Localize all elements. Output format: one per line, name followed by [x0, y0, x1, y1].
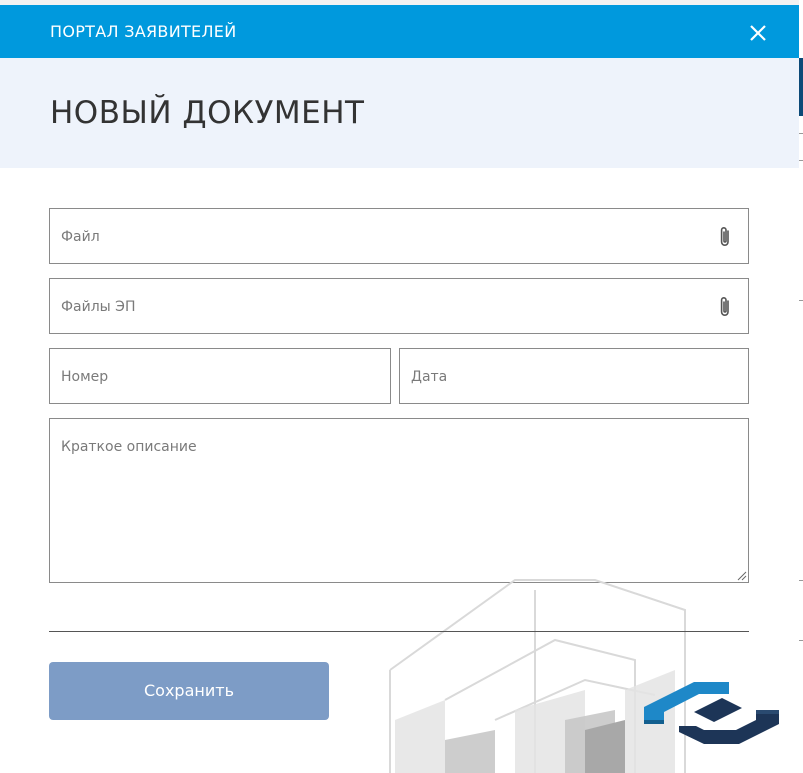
portal-title: ПОРТАЛ ЗАЯВИТЕЛЕЙ [50, 22, 237, 41]
date-input[interactable]: Дата [399, 348, 749, 404]
form-divider [49, 631, 749, 632]
ep-files-input[interactable]: Файлы ЭП [49, 278, 749, 334]
close-icon [750, 25, 766, 41]
number-placeholder: Номер [61, 369, 109, 385]
close-button[interactable] [744, 19, 772, 47]
page-title: НОВЫЙ ДОКУМЕНТ [50, 95, 365, 131]
file-placeholder: Файл [61, 229, 100, 245]
date-placeholder: Дата [411, 369, 448, 385]
paperclip-icon[interactable] [718, 225, 732, 249]
file-input[interactable]: Файл [49, 208, 749, 264]
background-page-strip [799, 0, 803, 773]
title-band: НОВЫЙ ДОКУМЕНТ [0, 58, 799, 168]
new-document-modal: ПОРТАЛ ЗАЯВИТЕЛЕЙ НОВЫЙ ДОКУМЕНТ Файл Фа… [0, 5, 799, 773]
ep-files-placeholder: Файлы ЭП [61, 299, 136, 315]
description-placeholder: Краткое описание [61, 439, 197, 455]
paperclip-icon[interactable] [718, 295, 732, 319]
description-textarea[interactable]: Краткое описание [49, 418, 749, 583]
resize-handle-icon[interactable] [737, 571, 747, 581]
save-button[interactable]: Сохранить [49, 662, 329, 720]
company-logo [644, 682, 779, 744]
number-input[interactable]: Номер [49, 348, 391, 404]
modal-header: ПОРТАЛ ЗАЯВИТЕЛЕЙ [0, 5, 799, 58]
